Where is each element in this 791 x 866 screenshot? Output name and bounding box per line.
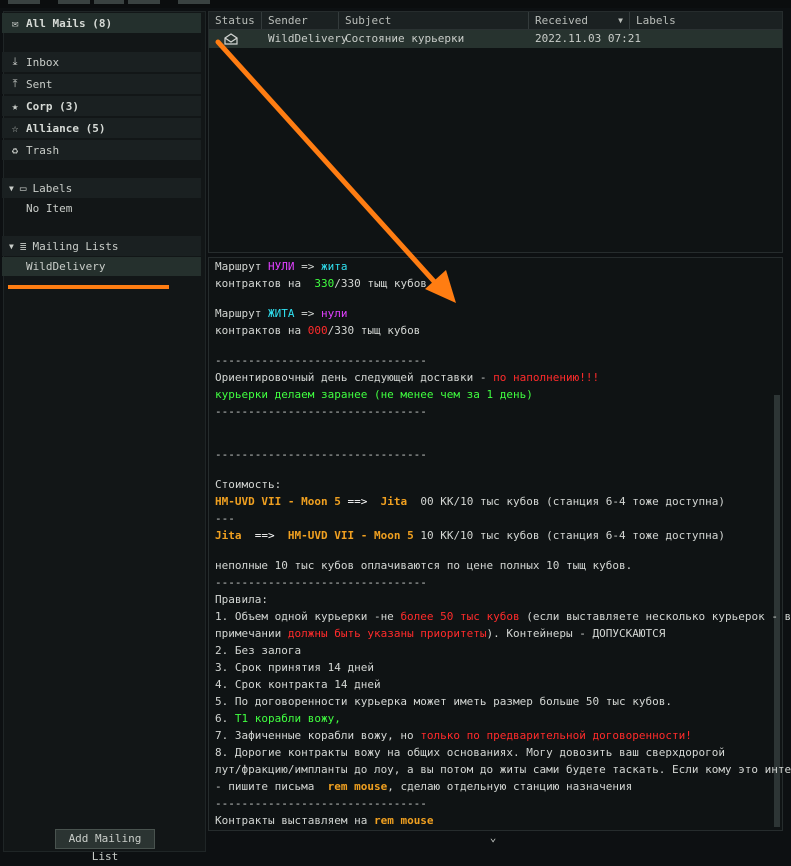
folder-count: (8) [92,16,113,30]
separator-line: -------------------------------- [215,576,427,589]
column-header-sender[interactable]: Sender [262,12,339,29]
body-line: лут/фракцию/импланты до лоу, а вы потом … [215,763,791,776]
folder-count: (3) [59,99,79,113]
body-line: HM-UVD VII - Moon 5 ==> Jita 00 КК/10 ты… [215,495,725,508]
folder-sent[interactable]: ⤒ Sent [2,74,201,94]
separator-line: -------------------------------- [215,797,427,810]
mailing-lists-section-title: Mailing Lists [32,239,119,253]
body-line: 6. Т1 корабли вожу, [215,712,341,725]
separator-line: -------------------------------- [215,448,427,461]
folder-all-mails[interactable]: ✉ All Mails (8) [2,13,201,33]
folder-alliance[interactable]: ☆ Alliance (5) [2,118,201,138]
toolbar-tab[interactable] [94,0,124,4]
mail-received: 2022.11.03 07:21 [535,32,641,45]
body-line: курьерки делаем заранее (не менее чем за… [215,388,533,401]
folder-label: Sent [26,77,53,91]
column-header-status[interactable]: Status [209,12,262,29]
inbox-tray-icon: ⤓ [12,55,18,68]
body-line: контрактов на 330/330 тыщ кубов [215,277,427,290]
star-outline-icon: ☆ [11,121,19,135]
folder-inbox[interactable]: ⤓ Inbox [2,52,201,72]
column-header-subject[interactable]: Subject [339,12,529,29]
column-header-labels[interactable]: Labels [630,12,782,29]
mail-list-panel: Status Sender Subject Received ▼ Labels … [208,11,783,253]
body-line: контрактов на 000/330 тыщ кубов [215,324,421,337]
folder-label: Corp [26,99,53,113]
body-line: - пишите письма rem mouse, сделаю отдель… [215,780,633,793]
folder-label: Trash [26,143,60,157]
expand-down-chevron-icon[interactable]: ⌄ [486,831,500,845]
folder-trash[interactable]: ♻ Trash [2,140,201,160]
top-toolbar-strip [0,0,791,8]
body-line: Ориентировочный день следующей доставки … [215,371,600,384]
folder-label: Inbox [26,55,60,69]
column-header-received-label: Received [535,14,588,27]
body-line: неполные 10 тыс кубов оплачиваются по це… [215,559,633,572]
folder-count: (5) [85,121,106,135]
toolbar-tab[interactable] [178,0,210,4]
mailing-list-item[interactable]: WildDelivery [2,257,201,276]
outbox-tray-icon: ⤒ [12,77,18,90]
labels-section-title: Labels [32,181,73,195]
body-line: Стоимость: [215,478,282,491]
sort-descending-icon: ▼ [618,16,623,25]
toolbar-tab[interactable] [8,0,40,4]
recycle-icon: ♻ [11,143,19,157]
body-line: 4. Срок контракта 14 дней [215,678,381,691]
star-icon: ★ [11,99,19,113]
body-line: примечании должны быть указаны приоритет… [215,627,666,640]
annotation-underline [8,285,169,289]
body-line: Маршрут ЖИТА => нули [215,307,348,320]
labels-section-header[interactable]: ▼ ▭ Labels [2,178,201,198]
mailing-list-label: WildDelivery [26,260,106,273]
envelope-open-icon [224,30,238,48]
envelope-icon: ✉ [11,16,19,30]
body-line: 1. Объем одной курьерки -не более 50 тыс… [215,610,791,623]
mail-list-header: Status Sender Subject Received ▼ Labels [209,12,782,30]
body-line: --- [215,512,235,525]
mail-subject: Состояние курьерки [345,32,465,45]
list-icon: ≣ [19,239,27,253]
mail-sender: WildDelivery [268,32,348,45]
body-line: 2. Без залога [215,644,302,657]
body-line: Маршрут НУЛИ => жита [215,260,348,273]
body-line: 7. Зафиченные корабли вожу, но только по… [215,729,692,742]
labels-empty-text: No Item [26,202,73,215]
toolbar-tab[interactable] [58,0,90,4]
add-mailing-list-button[interactable]: Add Mailing List [55,829,155,863]
folder-corp[interactable]: ★ Corp (3) [2,96,201,116]
body-line: 3. Срок принятия 14 дней [215,661,374,674]
collapse-triangle-icon[interactable]: ▼ [9,242,14,251]
body-line: Правила: [215,593,268,606]
folder-label: All Mails [26,16,86,30]
body-line: 8. Дорогие контракты вожу на общих основ… [215,746,725,759]
label-tag-icon: ▭ [19,181,27,195]
column-header-received[interactable]: Received ▼ [529,12,630,29]
collapse-triangle-icon[interactable]: ▼ [9,184,14,193]
toolbar-tab[interactable] [128,0,160,4]
separator-line: -------------------------------- [215,405,427,418]
folder-label: Alliance [26,121,79,135]
separator-line: -------------------------------- [215,354,427,367]
mailing-lists-section-header[interactable]: ▼ ≣ Mailing Lists [2,236,201,256]
mail-row[interactable]: WildDelivery Состояние курьерки 2022.11.… [209,30,782,48]
body-line: Jita ==> HM-UVD VII - Moon 5 10 КК/10 ты… [215,529,725,542]
body-line: Контракты выставляем на rem mouse [215,814,434,827]
body-line: 5. По договоренности курьерка может имет… [215,695,672,708]
